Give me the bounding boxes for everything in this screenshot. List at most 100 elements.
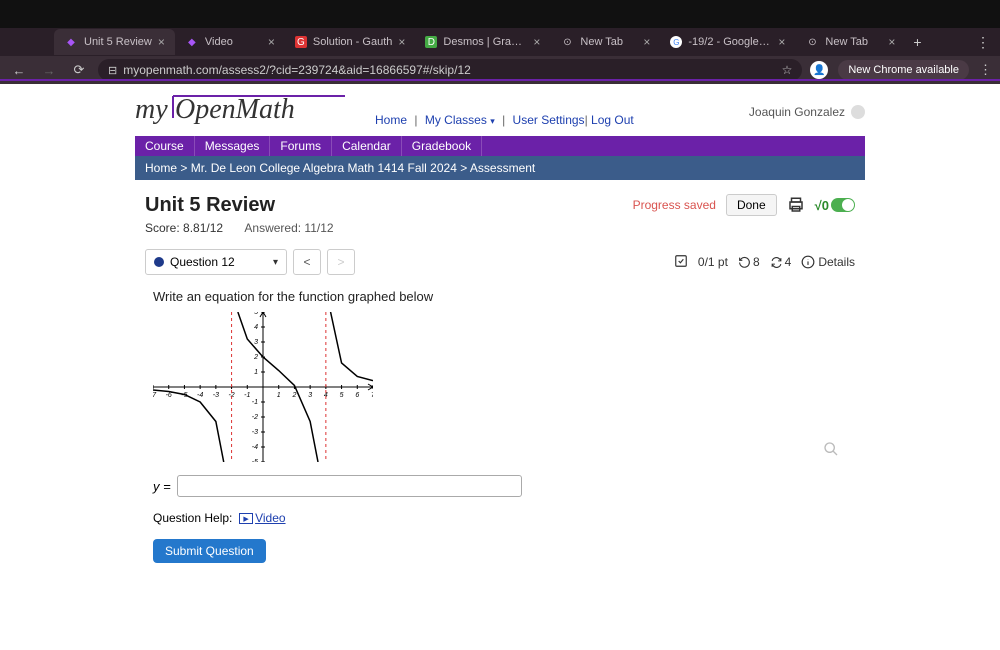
svg-text:-2: -2 bbox=[252, 414, 258, 421]
next-question-button[interactable]: > bbox=[327, 249, 355, 275]
svg-text:my: my bbox=[135, 94, 168, 124]
regen-icon: 4 bbox=[770, 255, 792, 269]
user-name: Joaquin Gonzalez bbox=[749, 105, 845, 119]
question-prompt: Write an equation for the function graph… bbox=[153, 289, 847, 304]
tab-title: New Tab bbox=[580, 36, 637, 48]
site-logo[interactable]: my OpenMath bbox=[135, 92, 345, 132]
submit-button[interactable]: Submit Question bbox=[153, 539, 266, 563]
close-icon[interactable]: × bbox=[533, 35, 540, 49]
magnify-icon[interactable] bbox=[823, 441, 841, 459]
kebab-menu-icon[interactable]: ⋮ bbox=[979, 62, 992, 78]
help-label: Question Help: bbox=[153, 511, 232, 525]
svg-text:1: 1 bbox=[254, 369, 258, 376]
nav-messages[interactable]: Messages bbox=[195, 136, 271, 156]
check-icon bbox=[674, 254, 688, 271]
breadcrumb: Home > Mr. De Leon College Algebra Math … bbox=[135, 156, 865, 180]
tab-favicon: G bbox=[295, 36, 307, 48]
svg-text:-3: -3 bbox=[213, 392, 219, 399]
bottom-accent-bar bbox=[0, 79, 1000, 81]
update-chrome-button[interactable]: New Chrome available bbox=[838, 60, 969, 80]
svg-text:-1: -1 bbox=[252, 399, 258, 406]
answered-text: Answered: 11/12 bbox=[244, 221, 333, 235]
svg-text:3: 3 bbox=[254, 339, 258, 346]
video-icon: ▶ bbox=[239, 513, 253, 524]
chevron-down-icon: ▾ bbox=[490, 116, 495, 126]
video-link[interactable]: Video bbox=[255, 511, 285, 525]
answer-input[interactable] bbox=[177, 475, 522, 497]
breadcrumb-home[interactable]: Home bbox=[145, 161, 177, 175]
close-icon[interactable]: × bbox=[268, 35, 275, 49]
site-info-icon[interactable]: ⊟ bbox=[108, 64, 117, 77]
browser-top-spacer bbox=[0, 0, 1000, 28]
sqrt-icon: √0 bbox=[815, 198, 829, 213]
avatar[interactable] bbox=[851, 105, 865, 119]
profile-icon[interactable]: 👤 bbox=[810, 61, 828, 79]
nav-calendar[interactable]: Calendar bbox=[332, 136, 402, 156]
browser-tab[interactable]: ⊙ New Tab × bbox=[550, 29, 660, 55]
my-classes-link[interactable]: My Classes ▾ bbox=[425, 113, 495, 127]
print-icon[interactable] bbox=[787, 196, 805, 214]
input-label: y = bbox=[153, 479, 171, 494]
bookmark-icon[interactable]: ☆ bbox=[782, 63, 793, 77]
home-link[interactable]: Home bbox=[375, 113, 407, 127]
svg-text:5: 5 bbox=[340, 392, 344, 399]
tab-favicon: ◆ bbox=[185, 35, 199, 49]
function-graph: -7-6-5-4-3-2-11234567-5-4-3-2-112345 bbox=[153, 312, 373, 462]
details-link[interactable]: Details bbox=[801, 255, 855, 269]
browser-tab[interactable]: D Desmos | Graphing × bbox=[415, 29, 550, 55]
svg-text:1: 1 bbox=[277, 392, 281, 399]
tab-title: Unit 5 Review bbox=[84, 36, 152, 48]
svg-text:4: 4 bbox=[254, 324, 258, 331]
browser-tab[interactable]: ◆ Unit 5 Review × bbox=[54, 29, 175, 55]
forward-button[interactable]: → bbox=[38, 59, 60, 81]
prev-question-button[interactable]: < bbox=[293, 249, 321, 275]
question-status-dot bbox=[154, 257, 164, 267]
nav-forums[interactable]: Forums bbox=[270, 136, 332, 156]
user-settings-link[interactable]: User Settings bbox=[513, 113, 585, 127]
breadcrumb-current: Assessment bbox=[470, 161, 535, 175]
browser-tab[interactable]: ⊙ New Tab × bbox=[795, 29, 905, 55]
close-icon[interactable]: × bbox=[158, 35, 165, 49]
browser-tab[interactable]: G Solution - Gauth × bbox=[285, 29, 416, 55]
tab-title: Desmos | Graphing bbox=[443, 36, 527, 48]
reload-button[interactable]: ⟳ bbox=[68, 59, 90, 81]
browser-tab[interactable]: ◆ Video × bbox=[175, 29, 285, 55]
tab-favicon: ⊙ bbox=[560, 35, 574, 49]
svg-text:-5: -5 bbox=[252, 459, 258, 462]
close-icon[interactable]: × bbox=[888, 35, 895, 49]
site-header: my OpenMath Home | My Classes ▾ | User S… bbox=[135, 84, 865, 136]
points-text: 0/1 pt bbox=[698, 255, 728, 269]
svg-text:7: 7 bbox=[371, 392, 373, 399]
close-icon[interactable]: × bbox=[643, 35, 650, 49]
nav-gradebook[interactable]: Gradebook bbox=[402, 136, 482, 156]
breadcrumb-course[interactable]: Mr. De Leon College Algebra Math 1414 Fa… bbox=[191, 161, 457, 175]
new-tab-button[interactable]: + bbox=[905, 34, 929, 50]
browser-tab[interactable]: G -19/2 - Google Sea × bbox=[660, 29, 795, 55]
close-icon[interactable]: × bbox=[778, 35, 785, 49]
url-input[interactable]: ⊟ myopenmath.com/assess2/?cid=239724&aid… bbox=[98, 59, 802, 81]
svg-text:5: 5 bbox=[254, 312, 258, 316]
score-text: Score: 8.81/12 bbox=[145, 221, 223, 235]
question-selector[interactable]: Question 12 bbox=[145, 249, 287, 275]
url-text: myopenmath.com/assess2/?cid=239724&aid=1… bbox=[123, 63, 775, 77]
done-button[interactable]: Done bbox=[726, 194, 777, 216]
nav-course[interactable]: Course bbox=[135, 136, 195, 156]
browser-tab-strip: ◆ Unit 5 Review × ◆ Video × G Solution -… bbox=[0, 28, 1000, 56]
svg-text:-1: -1 bbox=[244, 392, 250, 399]
tab-title: Video bbox=[205, 36, 262, 48]
tab-title: Solution - Gauth bbox=[313, 36, 393, 48]
back-button[interactable]: ← bbox=[8, 59, 30, 81]
close-icon[interactable]: × bbox=[398, 35, 405, 49]
svg-text:2: 2 bbox=[253, 354, 258, 361]
toggle-switch[interactable] bbox=[831, 198, 855, 212]
svg-text:6: 6 bbox=[355, 392, 359, 399]
math-toggle[interactable]: √0 bbox=[815, 198, 855, 213]
tab-favicon: ◆ bbox=[64, 35, 78, 49]
log-out-link[interactable]: Log Out bbox=[591, 113, 634, 127]
page-title: Unit 5 Review bbox=[145, 194, 334, 217]
progress-saved-text: Progress saved bbox=[633, 198, 716, 212]
svg-text:-4: -4 bbox=[252, 444, 258, 451]
header-nav: Home | My Classes ▾ | User Settings| Log… bbox=[375, 113, 634, 127]
browser-menu-icon[interactable]: ⋮ bbox=[966, 34, 1000, 51]
tab-favicon: G bbox=[670, 36, 682, 48]
